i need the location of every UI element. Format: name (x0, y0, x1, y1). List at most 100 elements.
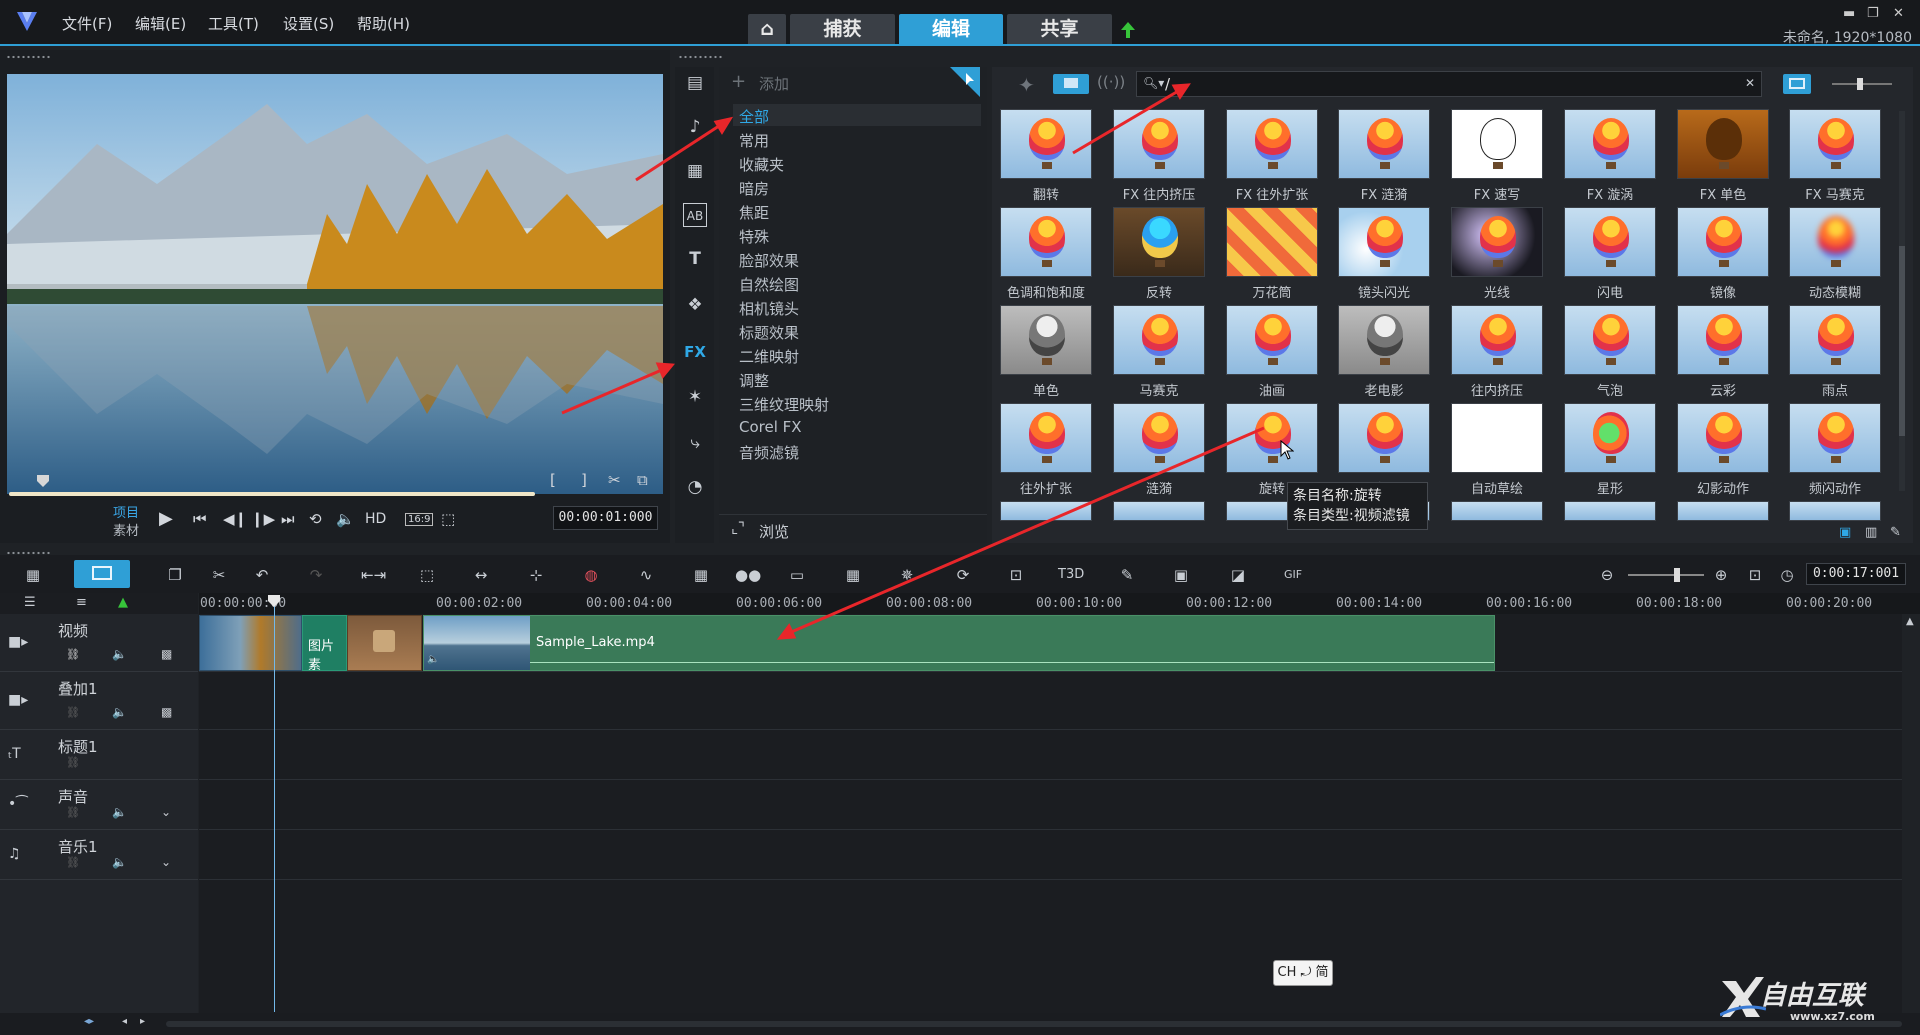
effect-thumbnail[interactable] (1789, 305, 1881, 375)
sample-image-clip[interactable] (347, 615, 422, 671)
path-icon[interactable]: ⤷ (683, 431, 707, 455)
playhead[interactable] (274, 596, 275, 1012)
play-icon[interactable]: ▶ (159, 508, 173, 529)
thumb-size-slider[interactable] (1832, 78, 1892, 90)
pin-icon[interactable] (950, 67, 980, 97)
audio-filter-icon[interactable]: ((·)) (1097, 73, 1125, 91)
effect-thumbnail[interactable] (1338, 109, 1430, 179)
text-icon[interactable]: T (683, 247, 707, 271)
effect-thumbnail-partial[interactable] (1564, 501, 1656, 521)
thumb-size-handle[interactable] (1857, 78, 1863, 90)
video-clip-1[interactable] (199, 615, 302, 671)
fit-project-icon[interactable]: ⇤⇥ (361, 565, 386, 585)
instant-project-icon[interactable]: ♪ (683, 115, 707, 139)
category-item[interactable]: 特殊 (739, 226, 769, 247)
preview-timecode[interactable]: 00:00:01:000 (553, 506, 658, 530)
3d-title-icon[interactable]: T3D (1058, 565, 1084, 585)
tools-icon[interactable]: ✂ (208, 565, 230, 585)
hd-toggle[interactable]: HD (365, 511, 386, 527)
home-button[interactable]: ⌂ (748, 14, 786, 44)
track-header[interactable]: ♫ 音乐1 ⛓ 🔈 ⌄ (0, 830, 198, 880)
scroll-left-icon[interactable]: ◂ (122, 1016, 127, 1027)
gif-icon[interactable]: GIF (1282, 565, 1304, 585)
skip-start-icon[interactable]: ⏮ (193, 510, 207, 528)
fx-filter-icon[interactable]: FX (683, 340, 707, 364)
graphics-icon[interactable]: ❖ (683, 293, 707, 317)
effect-thumbnail[interactable] (1338, 403, 1430, 473)
timeline-view-button[interactable] (74, 560, 130, 588)
title-icon[interactable]: AB (683, 203, 707, 227)
magic-star-icon[interactable]: ✦ (1018, 73, 1035, 97)
split-clip-icon[interactable]: ✂ (608, 471, 621, 489)
chapter-icon[interactable]: ≡ (76, 595, 87, 610)
effect-thumbnail[interactable] (1789, 403, 1881, 473)
effect-thumbnail[interactable] (1677, 403, 1769, 473)
category-item[interactable]: 自然绘图 (739, 274, 799, 295)
close-icon[interactable]: ✕ (1893, 6, 1904, 21)
category-item[interactable]: 焦距 (739, 202, 769, 223)
effect-thumbnail[interactable] (1564, 109, 1656, 179)
category-item[interactable]: 三维纹理映射 (739, 394, 829, 415)
timeline-timecode[interactable]: 0:00:17:001 (1806, 563, 1906, 585)
effect-thumbnail[interactable] (1451, 403, 1543, 473)
film-icon[interactable]: ▦ (690, 565, 712, 585)
subtitle-icon[interactable]: ▭ (786, 565, 808, 585)
minimize-icon[interactable]: ▬ (1843, 6, 1855, 21)
effect-thumbnail[interactable] (1338, 305, 1430, 375)
search-input[interactable]: 🔍︎▾ / ✕ (1136, 71, 1762, 97)
category-item[interactable]: 二维映射 (739, 346, 799, 367)
library-scroll-thumb[interactable] (1899, 246, 1905, 436)
track-volume-icon[interactable]: 🔈 (112, 647, 127, 661)
effect-thumbnail[interactable] (1451, 207, 1543, 277)
skip-end-icon[interactable]: ⏭ (281, 510, 295, 528)
repeat-icon[interactable]: ⟲ (309, 510, 322, 528)
add-category-label[interactable]: 添加 (759, 73, 789, 94)
search-icon[interactable]: 🔍︎▾ (1143, 76, 1164, 90)
video-clip-sample-lake[interactable]: 🔈 Sample_Lake.mp4 (423, 615, 1495, 671)
browse-button[interactable]: 浏览 (759, 521, 789, 542)
track-volume-icon[interactable]: 🔈 (112, 855, 127, 869)
category-item[interactable]: 收藏夹 (739, 154, 784, 175)
mark-in-button[interactable]: [ (550, 471, 556, 489)
menu-settings[interactable]: 设置(S) (283, 13, 334, 34)
link-icon[interactable]: ⛓ (66, 648, 80, 661)
voice-track-icon[interactable]: •⁀ (8, 796, 28, 812)
timeline-hscrollbar[interactable] (166, 1021, 1902, 1027)
safe-area-icon[interactable]: ⬚ (441, 510, 455, 528)
category-item[interactable]: 暗房 (739, 178, 769, 199)
trim-start-handle[interactable] (37, 475, 49, 487)
title-track-icon[interactable]: ₜT (8, 746, 21, 762)
effect-thumbnail[interactable] (1000, 305, 1092, 375)
storyboard-view-icon[interactable]: ▦ (22, 565, 44, 585)
overlay-track-icon[interactable]: ■▸ (8, 692, 28, 708)
speed-icon[interactable]: ◔ (683, 475, 707, 499)
menu-file[interactable]: 文件(F) (62, 13, 112, 34)
music-lane[interactable] (199, 830, 1904, 880)
list-view-button[interactable] (1783, 74, 1811, 94)
effect-thumbnail[interactable] (1451, 305, 1543, 375)
effect-icon[interactable]: ◪ (1227, 565, 1249, 585)
track-mosaic-icon[interactable]: ▩ (161, 705, 172, 719)
stabilize-icon[interactable]: ▣ (1170, 565, 1192, 585)
tab-edit[interactable]: 编辑 (899, 14, 1003, 44)
effect-thumbnail[interactable] (1564, 403, 1656, 473)
toggle-view-icon[interactable]: ▣ (1839, 525, 1851, 540)
split-screen-icon[interactable]: ↔ (470, 565, 492, 585)
track-volume-icon[interactable]: 🔈 (112, 705, 127, 719)
zoom-out-icon[interactable]: ⊖ (1596, 565, 1618, 585)
category-item[interactable]: 常用 (739, 130, 769, 151)
effect-thumbnail[interactable] (1677, 207, 1769, 277)
category-item[interactable]: 全部 (739, 106, 769, 127)
effect-thumbnail[interactable] (1564, 207, 1656, 277)
add-track-icon[interactable]: ▲ (118, 595, 128, 610)
edit-icon[interactable]: ✎ (1890, 525, 1901, 540)
title-lane[interactable] (199, 730, 1904, 780)
track-header[interactable]: ■▸ 视频 ⛓ 🔈 ▩ (0, 614, 198, 672)
category-item[interactable]: 脸部效果 (739, 250, 799, 271)
effect-thumbnail[interactable] (1564, 305, 1656, 375)
preview-scrubber[interactable] (9, 492, 535, 496)
motion-track-icon[interactable]: ✵ (896, 565, 918, 585)
effect-thumbnail[interactable] (1789, 109, 1881, 179)
view-thumbnail-button[interactable] (1053, 74, 1089, 94)
audio-wave-icon[interactable]: ∿ (635, 565, 657, 585)
